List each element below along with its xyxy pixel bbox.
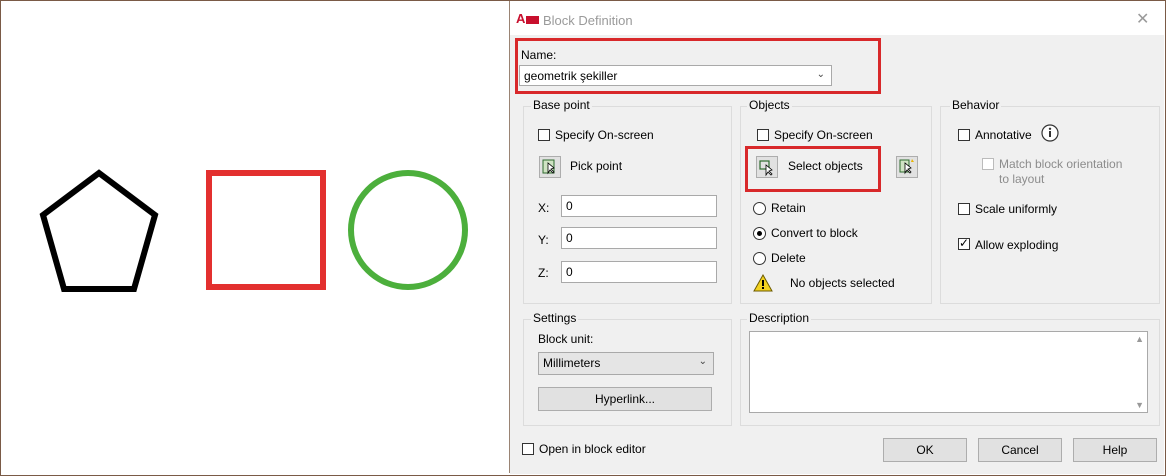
pentagon-shape[interactable] [39,169,159,292]
help-button[interactable]: Help [1073,438,1157,462]
cancel-button[interactable]: Cancel [978,438,1062,462]
name-value: geometrik şekiller [524,69,618,83]
delete-radio[interactable] [753,252,766,265]
description-group-label: Description [747,311,812,325]
x-value: 0 [566,199,573,213]
circle-shape[interactable] [348,170,468,290]
title-bar: A Block Definition ✕ [510,1,1164,35]
svg-text:A: A [516,11,526,25]
selection-status-text: No objects selected [790,276,895,290]
delete-label: Delete [771,251,806,265]
chevron-down-icon[interactable]: ⌄ [699,356,707,367]
behavior-group-label: Behavior [950,98,1002,112]
base-point-specify-label: Specify On-screen [555,128,654,142]
block-unit-value: Millimeters [543,356,601,370]
base-point-group-label: Base point [531,98,592,112]
name-combobox[interactable]: geometrik şekiller ⌄ [519,65,832,86]
convert-to-block-label: Convert to block [771,226,858,240]
y-value: 0 [566,231,573,245]
info-icon[interactable] [1041,124,1059,142]
scroll-up-icon[interactable]: ▲ [1135,334,1144,344]
y-input[interactable]: 0 [561,227,717,249]
match-orientation-label-line2: to layout [999,172,1045,186]
ok-button[interactable]: OK [883,438,967,462]
base-point-specify-checkbox[interactable] [538,129,550,141]
y-label: Y: [538,233,549,247]
block-unit-label: Block unit: [538,332,594,346]
pick-point-button-icon[interactable] [539,156,561,178]
scale-uniformly-label: Scale uniformly [975,202,1058,216]
open-in-block-editor-label: Open in block editor [539,442,646,456]
retain-label: Retain [771,201,806,215]
chevron-down-icon[interactable]: ⌄ [817,69,825,80]
retain-radio[interactable] [753,202,766,215]
match-orientation-checkbox[interactable] [982,158,994,170]
z-label: Z: [538,266,549,280]
z-input[interactable]: 0 [561,261,717,283]
scroll-down-icon[interactable]: ▼ [1135,400,1144,410]
quick-select-button[interactable] [896,156,918,178]
select-objects-button-icon[interactable] [756,156,778,178]
block-definition-dialog: A Block Definition ✕ Name: geometrik şek… [510,1,1164,474]
pick-point-icon [542,159,555,175]
pick-point-label[interactable]: Pick point [570,159,622,173]
match-orientation-label-line1: Match block orientation [999,157,1123,171]
quick-select-icon [899,159,914,175]
select-objects-label[interactable]: Select objects [788,159,863,173]
settings-group-label: Settings [531,311,579,325]
hyperlink-button[interactable]: Hyperlink... [538,387,712,411]
select-objects-icon [759,160,773,177]
open-in-block-editor-checkbox[interactable] [522,443,534,455]
drawing-canvas[interactable] [1,1,510,473]
annotative-label: Annotative [975,128,1032,142]
x-label: X: [538,201,550,215]
block-unit-dropdown[interactable]: Millimeters ⌄ [538,352,714,375]
x-input[interactable]: 0 [561,195,717,217]
square-shape[interactable] [206,170,326,290]
z-value: 0 [566,265,573,279]
autocad-app-icon: A [516,11,539,25]
scale-uniformly-checkbox[interactable] [958,203,970,215]
allow-exploding-label: Allow exploding [975,238,1059,252]
objects-specify-checkbox[interactable] [757,129,769,141]
description-textarea[interactable]: ▲ ▼ [749,331,1148,413]
objects-specify-label: Specify On-screen [774,128,873,142]
warning-icon [753,274,773,292]
annotative-checkbox[interactable] [958,129,970,141]
name-label: Name: [521,48,557,62]
convert-to-block-radio[interactable] [753,227,766,240]
objects-group-label: Objects [747,98,792,112]
dialog-title: Block Definition [543,13,633,28]
close-icon[interactable]: ✕ [1136,9,1149,29]
allow-exploding-checkbox[interactable] [958,236,970,250]
